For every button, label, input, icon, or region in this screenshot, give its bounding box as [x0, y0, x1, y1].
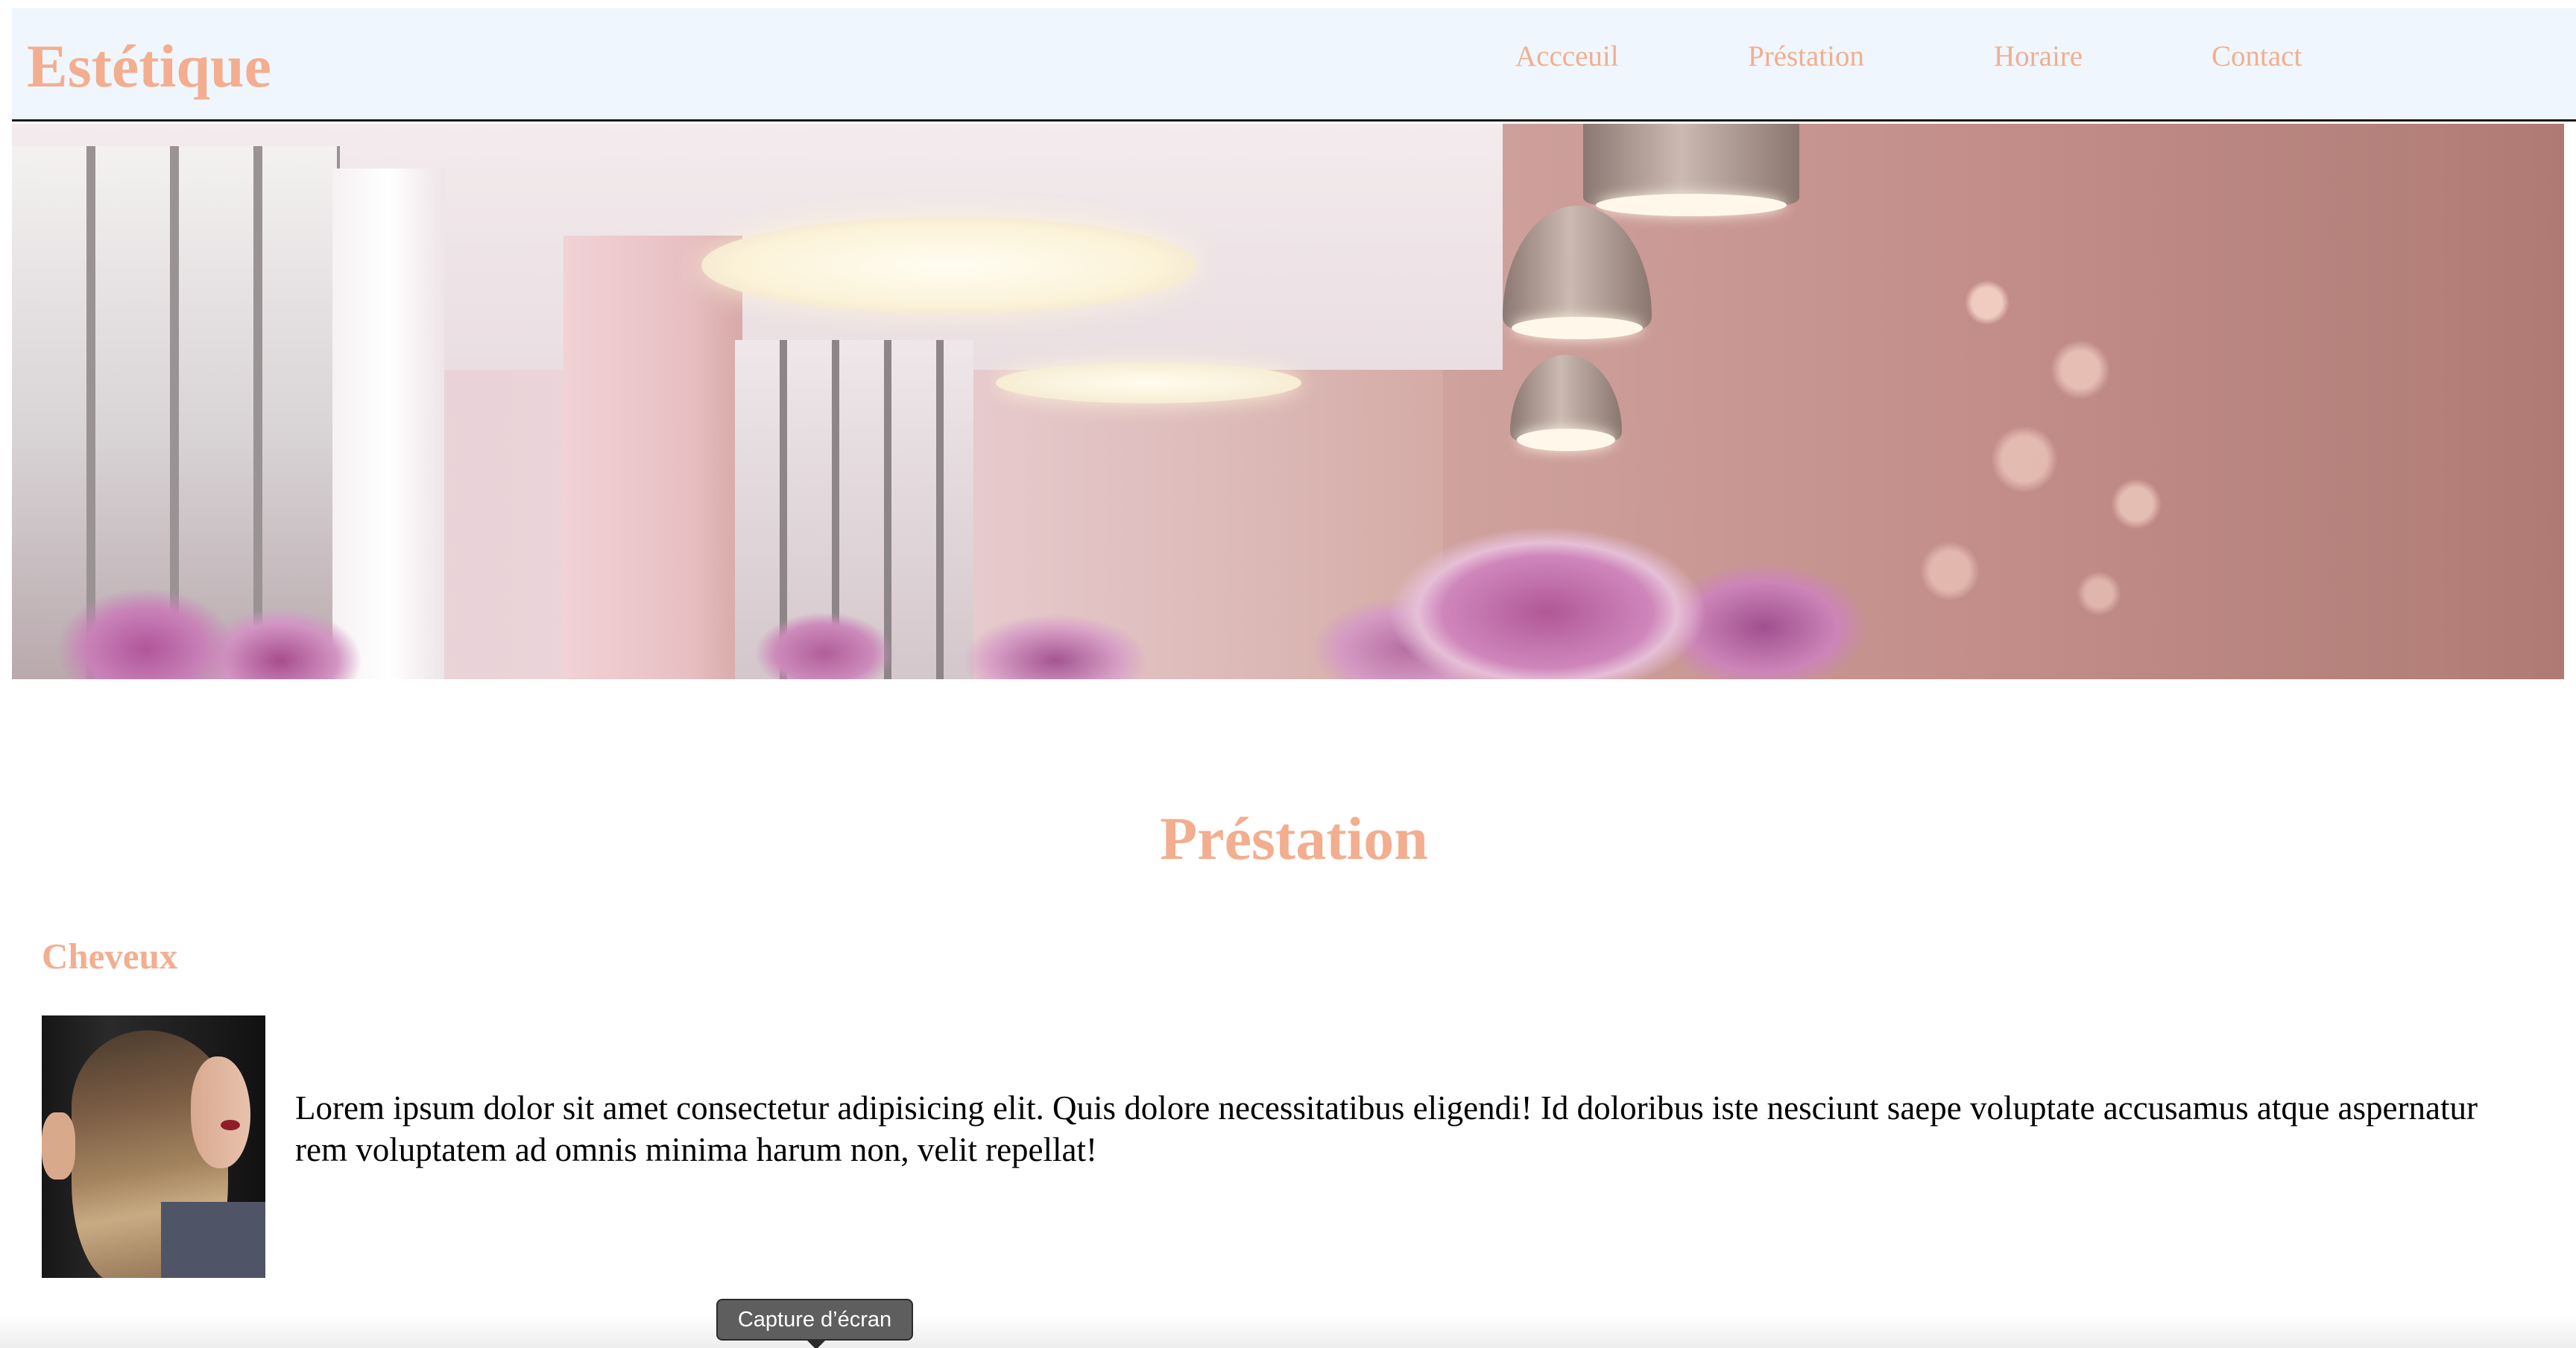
hair-photo — [42, 1015, 265, 1278]
nav-link-accueil[interactable]: Accceuil — [1515, 38, 1619, 75]
screenshot-tooltip: Capture d’écran — [716, 1299, 913, 1348]
section-title: Préstation — [1160, 804, 1428, 872]
ceiling-light-small-icon — [996, 362, 1301, 403]
page: Estétique Accceuil Préstation Horaire Co… — [0, 0, 2576, 1348]
photo-lips — [221, 1120, 240, 1130]
category-title: Cheveux — [42, 936, 178, 977]
ceiling-light-icon — [701, 217, 1197, 314]
nav-link-horaire[interactable]: Horaire — [1994, 38, 2083, 75]
hero-image — [12, 124, 2564, 679]
hero-flowers — [12, 500, 2564, 679]
nav-link-prestation[interactable]: Préstation — [1748, 38, 1864, 75]
pendant-lamp-icon — [1583, 124, 1799, 216]
nav-link-contact[interactable]: Contact — [2212, 38, 2302, 75]
photo-face — [191, 1056, 250, 1168]
photo-shirt — [161, 1202, 265, 1278]
service-description: Lorem ipsum dolor sit amet consectetur a… — [295, 1089, 2478, 1168]
photo-hand — [42, 1112, 75, 1180]
main-nav: Accceuil Préstation Horaire Contact — [12, 8, 2576, 119]
screenshot-toolbar-shadow — [0, 1314, 2576, 1348]
site-header: Estétique Accceuil Préstation Horaire Co… — [12, 8, 2576, 122]
